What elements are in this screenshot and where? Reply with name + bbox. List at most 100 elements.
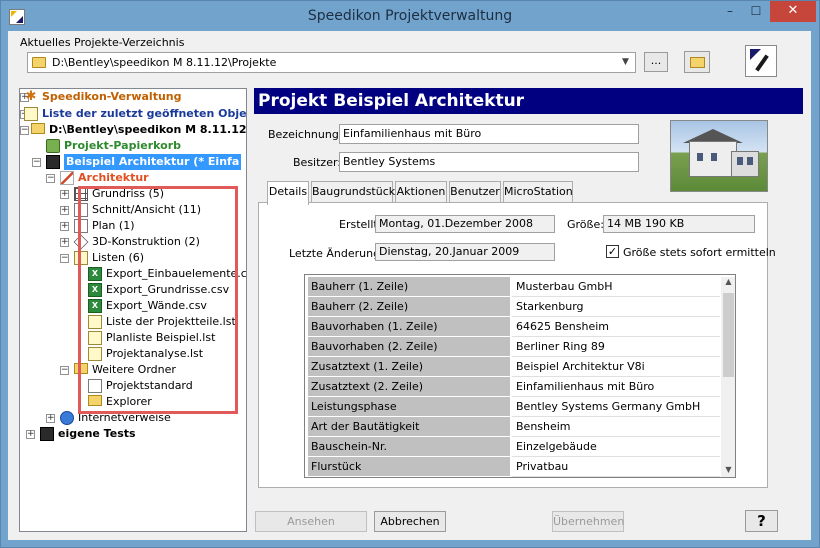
star-icon: ✱ <box>25 89 37 104</box>
tree-node[interactable]: − Beispiel Architektur (* Einfa <box>20 154 246 170</box>
tree-node[interactable]: − D:\Bentley\speedikon M 8.11.12 <box>20 122 246 138</box>
grid-key: Bauherr (2. Zeile) <box>308 297 510 317</box>
aenderung-value: Dienstag, 20.Januar 2009 <box>375 243 555 261</box>
tree-node-label: D:\Bentley\speedikon M 8.11.12 <box>49 123 247 136</box>
collapse-icon[interactable]: − <box>60 254 69 263</box>
grid-key: Zusatztext (1. Zeile) <box>308 357 510 377</box>
tree-node[interactable]: Projekt-Papierkorb <box>20 138 246 154</box>
title-bar[interactable]: Speedikon Projektverwaltung – ☐ ✕ <box>1 1 819 32</box>
open-folder-button[interactable] <box>684 51 710 73</box>
grid-key: Bauvorhaben (2. Zeile) <box>308 337 510 357</box>
grid-row[interactable]: Bauschein-Nr. Einzelgebäude <box>308 437 720 457</box>
chevron-down-icon[interactable]: ▼ <box>622 58 631 67</box>
folder-icon <box>31 123 45 134</box>
directory-label: Aktuelles Projekte-Verzeichnis <box>20 36 185 49</box>
grid-value[interactable]: Musterbau GmbH <box>512 277 720 297</box>
tab-microstation[interactable]: MicroStation <box>503 181 573 202</box>
uebernehmen-button[interactable]: Übernehmen <box>552 511 624 532</box>
book-icon <box>46 155 60 169</box>
tab-details[interactable]: Details <box>267 181 309 205</box>
grid-value[interactable]: Berliner Ring 89 <box>512 337 720 357</box>
grid-value[interactable]: Beispiel Architektur V8i <box>512 357 720 377</box>
directory-path: D:\Bentley\speedikon M 8.11.12\Projekte <box>52 56 277 69</box>
expand-icon[interactable]: + <box>46 414 55 423</box>
collapse-icon[interactable]: − <box>60 366 69 375</box>
grid-key: Zusatztext (2. Zeile) <box>308 377 510 397</box>
grid-row[interactable]: Bauherr (2. Zeile) Starkenburg <box>308 297 720 317</box>
scroll-down-icon[interactable]: ▼ <box>721 465 735 477</box>
grid-key: Art der Bautätigkeit <box>308 417 510 437</box>
recent-list-icon <box>24 107 38 121</box>
collapse-icon[interactable]: − <box>20 126 29 135</box>
expand-icon[interactable]: + <box>60 222 69 231</box>
grid-scrollbar[interactable]: ▲ ▼ <box>721 277 735 477</box>
grid-key: Bauherr (1. Zeile) <box>308 277 510 297</box>
tree-node[interactable]: +Liste der zuletzt geöffneten Obje <box>20 106 246 122</box>
bezeichnung-field[interactable]: Einfamilienhaus mit Büro <box>339 124 639 144</box>
scroll-up-icon[interactable]: ▲ <box>721 277 735 289</box>
grid-row[interactable]: Zusatztext (2. Zeile) Einfamilienhaus mit… <box>308 377 720 397</box>
expand-icon[interactable]: + <box>60 190 69 199</box>
minimize-button[interactable]: – <box>717 1 743 22</box>
grid-key: Leistungsphase <box>308 397 510 417</box>
grid-value[interactable]: Bentley Systems Germany GmbH <box>512 397 720 417</box>
tree-node-label: Architektur <box>78 171 149 184</box>
scroll-thumb[interactable] <box>723 293 734 377</box>
tree-node[interactable]: + eigene Tests <box>20 426 246 442</box>
collapse-icon[interactable]: − <box>46 174 55 183</box>
tab-aktionen[interactable]: Aktionen <box>395 181 447 202</box>
project-properties-grid[interactable]: Flurstück Privatbau Bauschein-Nr. Einzelgeb… <box>304 274 736 478</box>
browse-button[interactable]: ... <box>644 52 668 72</box>
folder-icon <box>32 57 46 68</box>
grid-value[interactable]: Bensheim <box>512 417 720 437</box>
grid-row[interactable]: Leistungsphase Bentley Systems Germany Gm… <box>308 397 720 417</box>
besitzer-field[interactable]: Bentley Systems <box>339 152 639 172</box>
abbrechen-button[interactable]: Abbrechen <box>374 511 446 532</box>
grid-value[interactable]: Einfamilienhaus mit Büro <box>512 377 720 397</box>
speedikon-logo-button[interactable] <box>745 45 777 77</box>
highlight-frame <box>78 186 238 414</box>
basket-icon <box>46 139 60 153</box>
grid-row[interactable]: Zusatztext (1. Zeile) Beispiel Architektu… <box>308 357 720 377</box>
size-checkbox[interactable]: ✓ <box>606 245 619 258</box>
groesse-value: 14 MB 190 KB <box>603 215 755 233</box>
tab-baugrundstueck[interactable]: Baugrundstück <box>311 181 395 202</box>
tree-node[interactable]: + ✱ Speedikon-Verwaltung <box>20 89 246 105</box>
grid-row[interactable]: Art der Bautätigkeit Bensheim <box>308 417 720 437</box>
tree-node-label: Beispiel Architektur (* Einfa <box>64 154 242 170</box>
bezeichnung-label: Bezeichnung: <box>268 128 343 141</box>
directory-combobox[interactable]: D:\Bentley\speedikon M 8.11.12\Projekte … <box>27 52 636 73</box>
grid-value[interactable]: 64625 Bensheim <box>512 317 720 337</box>
grid-row[interactable]: Bauherr (1. Zeile) Musterbau GmbH <box>308 277 720 297</box>
tree-node-label: Speedikon-Verwaltung <box>42 90 182 103</box>
grid-row[interactable]: Bauvorhaben (1. Zeile) 64625 Bensheim <box>308 317 720 337</box>
grid-row[interactable]: Bauvorhaben (2. Zeile) Berliner Ring 89 <box>308 337 720 357</box>
grid-key: Flurstück <box>308 457 510 477</box>
grid-row[interactable]: Flurstück Privatbau <box>308 457 720 477</box>
besitzer-label: Besitzer: <box>293 156 341 169</box>
expand-icon[interactable]: + <box>60 206 69 215</box>
folder-open-icon <box>690 57 705 68</box>
grid-key: Bauvorhaben (1. Zeile) <box>308 317 510 337</box>
ansehen-button[interactable]: Ansehen <box>255 511 367 532</box>
expand-icon[interactable]: + <box>60 238 69 247</box>
grid-value[interactable]: Starkenburg <box>512 297 720 317</box>
aenderung-label: Letzte Änderung: <box>289 247 384 260</box>
globe-icon <box>60 411 74 425</box>
grid-value[interactable]: Einzelgebäude <box>512 437 720 457</box>
tab-benutzer[interactable]: Benutzer <box>449 181 501 202</box>
tree-node-label: Projekt-Papierkorb <box>64 139 182 152</box>
maximize-button[interactable]: ☐ <box>743 1 769 22</box>
project-header: Projekt Beispiel Architektur <box>254 88 803 114</box>
grid-value[interactable]: Privatbau <box>512 457 720 477</box>
grid-key: Bauschein-Nr. <box>308 437 510 457</box>
tree-node[interactable]: − Architektur <box>20 170 246 186</box>
erstellt-value: Montag, 01.Dezember 2008 <box>375 215 555 233</box>
window-title: Speedikon Projektverwaltung <box>307 8 513 24</box>
collapse-icon[interactable]: − <box>32 158 41 167</box>
size-checkbox-label: Größe stets sofort ermitteln <box>623 246 776 259</box>
help-button[interactable]: ? <box>745 510 778 532</box>
close-button[interactable]: ✕ <box>770 1 816 22</box>
expand-icon[interactable]: + <box>26 430 35 439</box>
pen-icon <box>60 171 74 185</box>
